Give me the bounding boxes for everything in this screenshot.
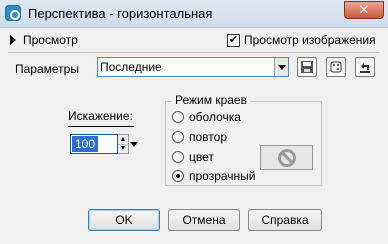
help-button[interactable]: Справка (248, 209, 322, 231)
color-swatch[interactable] (260, 145, 313, 170)
distortion-stepper[interactable]: ▲ ▼ (118, 134, 129, 154)
preset-value: Последние (100, 60, 162, 74)
reset-preset-button[interactable] (326, 57, 346, 77)
radio-color[interactable] (172, 151, 184, 163)
cancel-label: Отмена (182, 213, 226, 227)
radio-color-label: цвет (189, 150, 214, 164)
ok-button[interactable]: OK (88, 209, 160, 231)
show-image-preview-option[interactable]: ✔ Просмотр изображения (227, 33, 376, 47)
distortion-underline (68, 126, 134, 127)
show-image-preview-label: Просмотр изображения (244, 33, 376, 47)
title-bar: Перспектива - горизонтальная ✕ (0, 0, 388, 28)
save-preset-button[interactable] (297, 57, 317, 77)
distortion-menu-arrow-icon[interactable] (129, 134, 139, 154)
distortion-input[interactable]: 100 (70, 134, 118, 154)
increment-icon[interactable]: ▲ (118, 135, 128, 144)
chevron-down-icon[interactable] (274, 58, 288, 76)
reset-defaults-button[interactable] (355, 57, 375, 77)
preset-select[interactable]: Последние (97, 57, 289, 77)
distortion-value: 100 (72, 136, 99, 152)
divider (8, 52, 380, 53)
app-icon (5, 5, 21, 21)
distortion-spinbox[interactable]: 100 ▲ ▼ (70, 134, 140, 154)
decrement-icon[interactable]: ▼ (118, 143, 128, 153)
cancel-button[interactable]: Отмена (168, 209, 240, 231)
radio-repeat-label: повтор (189, 130, 227, 144)
radio-repeat[interactable] (172, 131, 184, 143)
edge-mode-option-transparent[interactable]: прозрачный (172, 169, 256, 183)
expand-triangle-icon[interactable] (10, 35, 16, 45)
radio-wrap-label: оболочка (189, 110, 241, 124)
help-label: Справка (261, 213, 309, 227)
radio-wrap[interactable] (172, 111, 184, 123)
params-label: Параметры (15, 62, 79, 76)
edge-mode-option-color[interactable]: цвет (172, 150, 214, 164)
close-button[interactable]: ✕ (344, 1, 384, 19)
distortion-label: Искажение: (68, 109, 133, 123)
no-color-icon (277, 148, 296, 167)
window-title: Перспектива - горизонтальная (28, 6, 213, 21)
preview-toggle[interactable]: Просмотр (10, 33, 78, 47)
dice-icon (330, 61, 342, 73)
preview-label: Просмотр (23, 33, 78, 47)
ok-label: OK (115, 213, 133, 227)
undo-icon (360, 63, 370, 73)
edge-mode-option-repeat[interactable]: повтор (172, 130, 227, 144)
radio-transparent[interactable] (172, 170, 184, 182)
radio-transparent-label: прозрачный (189, 169, 256, 183)
dialog-window: Перспектива - горизонтальная ✕ Просмотр … (0, 0, 388, 244)
show-image-preview-checkbox[interactable]: ✔ (227, 33, 240, 47)
save-icon (301, 61, 313, 73)
edge-mode-option-wrap[interactable]: оболочка (172, 110, 241, 124)
edge-mode-title: Режим краев (172, 93, 250, 107)
